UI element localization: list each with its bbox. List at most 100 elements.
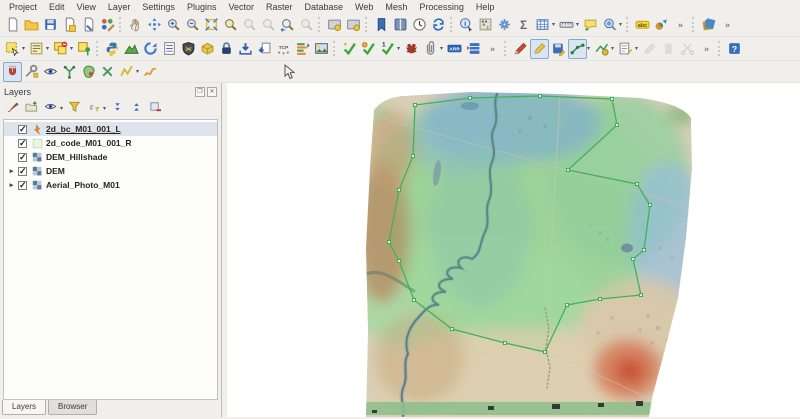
layer-name[interactable]: Aerial_Photo_M01 bbox=[46, 180, 120, 190]
map-tips-button[interactable] bbox=[581, 15, 600, 35]
layer-name[interactable]: DEM bbox=[46, 166, 65, 176]
polygon-vertex-marker[interactable] bbox=[411, 297, 416, 302]
deselect-features-dropdown-arrow-icon[interactable]: ▾ bbox=[68, 45, 75, 52]
style-manager-button[interactable] bbox=[98, 15, 117, 35]
delete-selected-button[interactable] bbox=[659, 39, 678, 59]
layer-checkbox[interactable]: ✓ bbox=[18, 152, 27, 162]
layer-row-Aerial_Photo_M01[interactable]: ▸ ✓ Aerial_Photo_M01 bbox=[4, 178, 217, 192]
statistical-summary-button[interactable]: Σ bbox=[514, 15, 533, 35]
locator-search-dropdown-arrow-icon[interactable]: ▾ bbox=[617, 21, 624, 28]
menu-web[interactable]: Web bbox=[349, 2, 379, 12]
layer-row-DEM[interactable]: ▸ ✓ DEM bbox=[4, 164, 217, 178]
polygon-vertex-marker[interactable] bbox=[386, 239, 391, 244]
screen-capture-button[interactable] bbox=[312, 39, 331, 59]
polygon-vertex-marker[interactable] bbox=[598, 296, 603, 301]
polygon-vertex-marker[interactable] bbox=[565, 302, 570, 307]
dock-tab-layers[interactable]: Layers bbox=[2, 400, 47, 415]
menu-layer[interactable]: Layer bbox=[102, 2, 137, 12]
menu-edit[interactable]: Edit bbox=[43, 2, 71, 12]
layer-row-DEM_Hillshade[interactable]: ✓ DEM_Hillshade bbox=[4, 150, 217, 164]
show-snapped-features-button[interactable] bbox=[41, 62, 60, 82]
select-features-by-value-dropdown-arrow-icon[interactable]: ▾ bbox=[44, 45, 51, 52]
polygon-vertex-marker[interactable] bbox=[566, 167, 571, 172]
polygon-vertex-marker[interactable] bbox=[449, 326, 454, 331]
snapping-mode-button[interactable] bbox=[22, 62, 41, 82]
bug-reporter-button[interactable] bbox=[402, 39, 421, 59]
menu-database[interactable]: Database bbox=[299, 2, 350, 12]
menu-processing[interactable]: Processing bbox=[413, 2, 470, 12]
lock-layers-button[interactable] bbox=[217, 39, 236, 59]
menu-plugins[interactable]: Plugins bbox=[181, 2, 223, 12]
polygon-vertex-marker[interactable] bbox=[642, 247, 647, 252]
layer-expander-icon[interactable]: ▸ bbox=[7, 167, 16, 175]
refresh-map-button[interactable] bbox=[429, 15, 448, 35]
python-console-button[interactable] bbox=[103, 39, 122, 59]
menu-settings[interactable]: Settings bbox=[136, 2, 181, 12]
new-3d-map-view-button[interactable] bbox=[344, 15, 363, 35]
profile-tool-button[interactable] bbox=[122, 39, 141, 59]
menu-vector[interactable]: Vector bbox=[222, 2, 260, 12]
polygon-vertex-marker[interactable] bbox=[502, 340, 507, 345]
check-single-dropdown-arrow-icon[interactable]: ▾ bbox=[395, 45, 402, 52]
digitize-with-curve-button[interactable] bbox=[141, 62, 160, 82]
layer-expander-icon[interactable]: ▸ bbox=[7, 181, 16, 189]
polygon-vertex-marker[interactable] bbox=[648, 202, 653, 207]
layer-labeling-options-button[interactable]: abc bbox=[633, 15, 652, 35]
new-map-view-button[interactable] bbox=[325, 15, 344, 35]
layer-name[interactable]: 2d_code_M01_001_R bbox=[46, 138, 132, 148]
tcp-connection-button[interactable]: TCP bbox=[274, 39, 293, 59]
current-edits-button[interactable] bbox=[511, 39, 530, 59]
cube-3d-plugin-button[interactable] bbox=[198, 39, 217, 59]
field-calculator-button[interactable] bbox=[476, 15, 495, 35]
expand-all-button[interactable] bbox=[108, 99, 127, 117]
vertex-tool-dropdown-arrow-icon[interactable]: ▾ bbox=[609, 45, 616, 52]
polygon-vertex-marker[interactable] bbox=[396, 258, 401, 263]
zoom-in-button[interactable] bbox=[164, 15, 183, 35]
menu-view[interactable]: View bbox=[71, 2, 102, 12]
layer-name[interactable]: 2d_bc_M01_001_L bbox=[46, 124, 121, 134]
modify-attributes-dropdown-arrow-icon[interactable]: ▾ bbox=[633, 45, 640, 52]
zoom-to-layer-button[interactable] bbox=[240, 15, 259, 35]
menu-raster[interactable]: Raster bbox=[260, 2, 299, 12]
layer-checkbox[interactable]: ✓ bbox=[18, 166, 27, 176]
layer-name[interactable]: DEM_Hillshade bbox=[46, 152, 107, 162]
temporal-controller-button[interactable] bbox=[410, 15, 429, 35]
open-layer-styling-button[interactable] bbox=[3, 99, 22, 117]
layer-row-2d_bc_M01_001_L[interactable]: ✓ 2d_bc_M01_001_L bbox=[4, 122, 217, 136]
import-page-button[interactable] bbox=[255, 39, 274, 59]
processing-toolbox-button[interactable] bbox=[495, 15, 514, 35]
blue-table-plugin-button[interactable] bbox=[464, 39, 483, 59]
filter-by-expression-dropdown-arrow-icon[interactable]: ▾ bbox=[101, 105, 108, 112]
new-project-button[interactable] bbox=[3, 15, 22, 35]
zoom-next-button[interactable] bbox=[297, 15, 316, 35]
menu-mesh[interactable]: Mesh bbox=[379, 2, 413, 12]
polygon-vertex-marker[interactable] bbox=[396, 187, 401, 192]
panel-float-button[interactable]: ❐ bbox=[195, 86, 205, 97]
new-spatial-bookmark-button[interactable] bbox=[372, 15, 391, 35]
panel-close-button[interactable]: ✕ bbox=[207, 86, 217, 97]
zoom-full-extent-button[interactable] bbox=[202, 15, 221, 35]
layer-row-2d_code_M01_001_R[interactable]: ✓ 2d_code_M01_001_R bbox=[4, 136, 217, 150]
datasource-overflow-button[interactable]: » bbox=[718, 15, 737, 35]
log-notes-button[interactable] bbox=[160, 39, 179, 59]
show-layout-manager-button[interactable] bbox=[79, 15, 98, 35]
add-group-button[interactable] bbox=[22, 99, 41, 117]
arr-plugin-button[interactable]: ARR bbox=[445, 39, 464, 59]
layer-checkbox[interactable]: ✓ bbox=[18, 180, 27, 190]
zoom-out-button[interactable] bbox=[183, 15, 202, 35]
attachments-dropdown-arrow-icon[interactable]: ▾ bbox=[438, 45, 445, 52]
polygon-vertex-marker[interactable] bbox=[538, 94, 543, 99]
polygon-vertex-marker[interactable] bbox=[467, 96, 472, 101]
polygon-vertex-marker[interactable] bbox=[615, 123, 620, 128]
enable-snapping-button[interactable] bbox=[3, 61, 22, 82]
topological-editing-button[interactable] bbox=[60, 62, 79, 82]
remove-layer-button[interactable] bbox=[146, 99, 165, 117]
identify-features-button[interactable]: i bbox=[457, 15, 476, 35]
layer-checkbox[interactable]: ✓ bbox=[18, 124, 27, 134]
avoid-overlap-button[interactable] bbox=[79, 62, 98, 82]
dock-tab-browser[interactable]: Browser bbox=[48, 400, 98, 415]
help-contents-button[interactable]: ? bbox=[725, 39, 744, 59]
checks-overflow-button[interactable]: » bbox=[483, 39, 502, 59]
filter-legend-button[interactable] bbox=[65, 99, 84, 117]
new-print-layout-button[interactable] bbox=[60, 15, 79, 35]
